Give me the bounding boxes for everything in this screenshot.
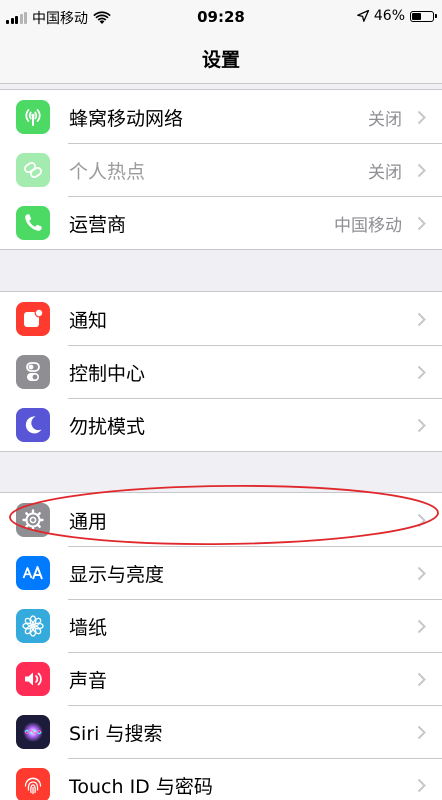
hotspot-chain-icon [16,153,50,187]
row-label: Touch ID 与密码 [69,776,213,798]
row-label: 个人热点 [69,161,146,183]
battery-percent: 46% [373,8,405,24]
chevron-right-icon [417,513,426,528]
settings-row-notifications[interactable]: 通知 [0,292,442,345]
settings-row-hotspot[interactable]: 个人热点 关闭 [0,143,442,196]
chevron-right-icon [417,110,426,125]
cellular-antenna-icon [16,100,50,134]
settings-row-touch-id-passcode[interactable]: Touch ID 与密码 [0,758,442,800]
row-label: 蜂窝移动网络 [69,108,184,130]
row-label: 声音 [69,670,108,692]
settings-row-display-brightness[interactable]: 显示与亮度 [0,546,442,599]
row-value: 关闭 [368,163,402,183]
chevron-right-icon [417,778,426,793]
toggles-icon [16,355,50,389]
chevron-right-icon [417,672,426,687]
chevron-right-icon [417,163,426,178]
notification-icon [16,302,50,336]
row-label: 墙纸 [69,617,108,639]
settings-group-network: 蜂窝移动网络 关闭 个人热点 关闭 运营商 中国移动 [0,89,442,250]
moon-icon [16,408,50,442]
row-label: 运营商 [69,214,127,236]
text-size-icon [16,556,50,590]
settings-group-notifications: 通知 控制中心 勿扰模式 [0,291,442,452]
status-bar: 中国移动 09:28 46% [0,0,442,36]
chevron-right-icon [417,312,426,327]
chevron-right-icon [417,418,426,433]
gear-icon [16,503,50,537]
location-arrow-icon [357,10,369,22]
settings-row-general[interactable]: 通用 [0,493,442,546]
chevron-right-icon [417,566,426,581]
speaker-icon [16,662,50,696]
phone-icon [16,206,50,240]
siri-icon [16,715,50,749]
row-label: Siri 与搜索 [69,723,163,745]
settings-group-general: 通用 显示与亮度 墙纸 声音 Siri 与搜索 Touch ID 与密码 [0,492,442,800]
battery-icon [410,10,437,22]
fingerprint-icon [16,768,50,800]
settings-row-siri-search[interactable]: Siri 与搜索 [0,705,442,758]
row-label: 通用 [69,511,108,533]
settings-row-carrier[interactable]: 运营商 中国移动 [0,196,442,249]
status-right: 46% [357,8,437,24]
navigation-bar: 设置 [0,36,442,84]
row-label: 勿扰模式 [69,416,146,438]
row-value: 中国移动 [334,216,402,236]
page-title: 设置 [201,49,240,71]
chevron-right-icon [417,365,426,380]
settings-row-control-center[interactable]: 控制中心 [0,345,442,398]
row-label: 通知 [69,310,108,332]
row-label: 显示与亮度 [69,564,165,586]
chevron-right-icon [417,216,426,231]
settings-row-do-not-disturb[interactable]: 勿扰模式 [0,398,442,451]
chevron-right-icon [417,619,426,634]
settings-screen: 中国移动 09:28 46% 设置 蜂窝移动网络 关闭 个人热点 关闭 运营商 … [0,0,442,800]
settings-row-sounds[interactable]: 声音 [0,652,442,705]
settings-row-cellular[interactable]: 蜂窝移动网络 关闭 [0,90,442,143]
chevron-right-icon [417,725,426,740]
row-value: 关闭 [368,110,402,130]
row-label: 控制中心 [69,363,146,385]
settings-row-wallpaper[interactable]: 墙纸 [0,599,442,652]
flower-icon [16,609,50,643]
